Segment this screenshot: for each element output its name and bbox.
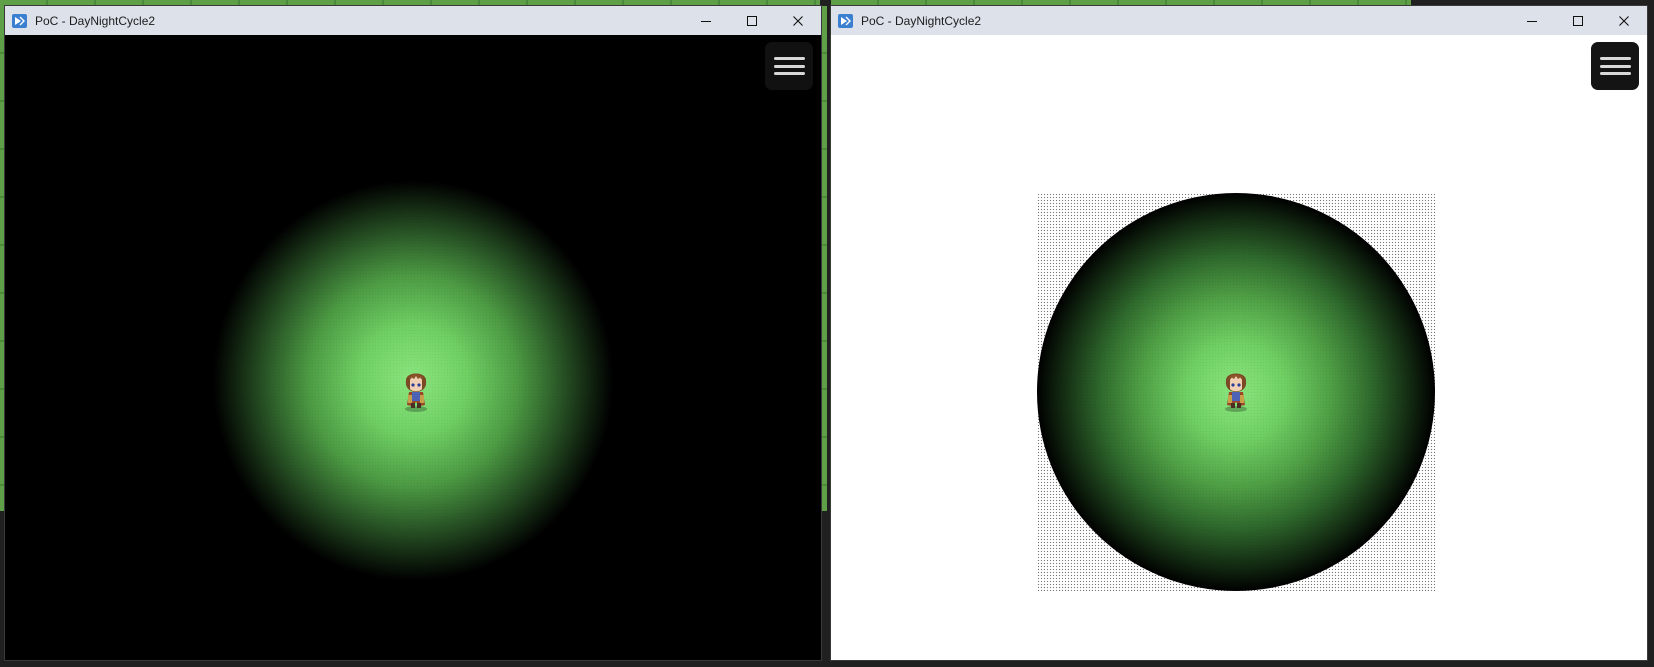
minimize-button[interactable]: [683, 6, 729, 35]
maximize-icon: [1573, 15, 1583, 26]
close-button[interactable]: [1601, 6, 1647, 35]
desktop-background: PoC - DayNightCycle2 PoC - DayNightCycle…: [0, 0, 1654, 667]
close-icon: [1619, 15, 1629, 26]
window-titlebar[interactable]: PoC - DayNightCycle2: [5, 6, 821, 35]
player-character-sprite: [1225, 373, 1247, 412]
player-character-sprite: [405, 373, 427, 412]
window-controls: [1509, 6, 1647, 35]
window-titlebar[interactable]: PoC - DayNightCycle2: [831, 6, 1647, 35]
maximize-button[interactable]: [1555, 6, 1601, 35]
maximize-icon: [747, 15, 757, 26]
game-viewport[interactable]: [5, 35, 821, 660]
menu-button[interactable]: [1591, 42, 1639, 90]
app-icon: [12, 13, 27, 28]
close-button[interactable]: [775, 6, 821, 35]
minimize-button[interactable]: [1509, 6, 1555, 35]
game-viewport[interactable]: [831, 35, 1647, 660]
app-icon: [838, 13, 853, 28]
window-title: PoC - DayNightCycle2: [861, 13, 982, 28]
window-title: PoC - DayNightCycle2: [35, 13, 156, 28]
minimize-icon: [1527, 20, 1537, 22]
game-window-day[interactable]: PoC - DayNightCycle2: [831, 6, 1647, 660]
menu-button[interactable]: [765, 42, 813, 90]
close-icon: [793, 15, 803, 26]
game-window-night[interactable]: PoC - DayNightCycle2: [5, 6, 821, 660]
minimize-icon: [701, 20, 711, 22]
hamburger-menu-icon: [1599, 57, 1631, 75]
window-controls: [683, 6, 821, 35]
background-grass-edge: [822, 6, 827, 511]
maximize-button[interactable]: [729, 6, 775, 35]
hamburger-menu-icon: [773, 57, 805, 75]
